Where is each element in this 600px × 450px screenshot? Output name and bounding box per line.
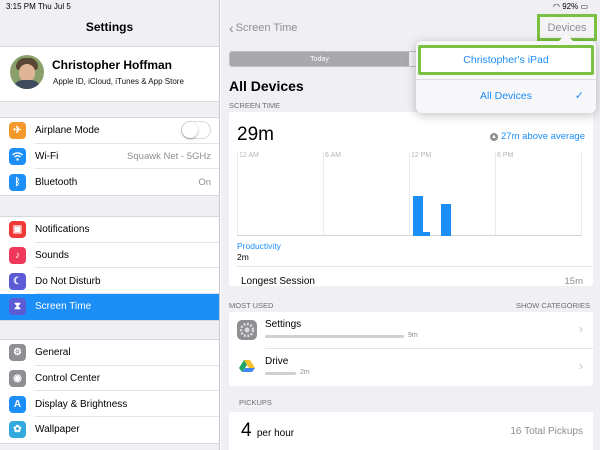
- apple-id-profile[interactable]: Christopher Hoffman Apple ID, iCloud, iT…: [0, 46, 219, 102]
- wallpaper-icon: ✿: [9, 421, 26, 439]
- sidebar-item-wallpaper[interactable]: ✿ Wallpaper: [0, 417, 219, 443]
- control-center-icon: ◉: [9, 370, 26, 388]
- pickups-rate-value: 4: [241, 420, 252, 441]
- sidebar-item-label: Wi-Fi: [35, 151, 59, 163]
- profile-name: Christopher Hoffman: [52, 58, 172, 72]
- avatar: [10, 55, 44, 89]
- sidebar-item-sounds[interactable]: ♪ Sounds: [0, 243, 219, 269]
- category-value: 2m: [237, 252, 249, 262]
- sidebar-item-notifications[interactable]: ▣ Notifications: [0, 217, 219, 243]
- gear-icon: ⚙: [9, 344, 26, 362]
- sidebar-item-label: General: [35, 347, 71, 359]
- sidebar-item-wifi[interactable]: Wi-Fi Squawk Net - 5GHz: [0, 144, 219, 170]
- sidebar-item-label: Screen Time: [35, 301, 92, 313]
- most-used-card: Settings 9m › Drive 2m ›: [229, 312, 593, 386]
- pickups-card[interactable]: 4 per hour 16 Total Pickups: [229, 412, 593, 450]
- status-time-date: 3:15 PM Thu Jul 5: [6, 2, 71, 11]
- back-button[interactable]: ‹ Screen Time: [229, 20, 297, 36]
- sidebar-item-label: Display & Brightness: [35, 398, 128, 410]
- usage-chart: 12 AM 6 AM 12 PM 6 PM: [237, 152, 582, 236]
- chart-bar: [413, 196, 423, 236]
- sidebar-item-label: Notifications: [35, 224, 90, 236]
- notifications-group: ▣ Notifications ♪ Sounds ☾ Do Not Distur…: [0, 216, 219, 321]
- wifi-status-icon: ◠: [552, 2, 563, 11]
- bluetooth-value: On: [198, 176, 211, 188]
- sidebar-item-control-center[interactable]: ◉ Control Center: [0, 366, 219, 392]
- wifi-icon: [9, 148, 26, 166]
- battery-status: ◠ 92% ▭: [553, 2, 588, 11]
- average-note: ▲ 27m above average: [490, 131, 585, 142]
- screen-time-card[interactable]: 29m ▲ 27m above average 12 AM 6 AM 12 PM…: [229, 112, 593, 287]
- pickups-rate-unit: per hour: [256, 428, 295, 439]
- moon-icon: ☾: [9, 272, 26, 290]
- sidebar-item-airplane-mode[interactable]: ✈ Airplane Mode: [0, 118, 219, 144]
- sidebar-item-label: Sounds: [35, 250, 69, 262]
- chart-bar: [420, 232, 430, 236]
- battery-level: 92%: [562, 2, 579, 11]
- sidebar-item-label: Bluetooth: [35, 176, 78, 188]
- pickups-rate: 4 per hour: [241, 420, 294, 442]
- usage-bar: [265, 372, 296, 375]
- profile-subtitle: Apple ID, iCloud, iTunes & App Store: [53, 77, 184, 86]
- sidebar-item-do-not-disturb[interactable]: ☾ Do Not Disturb: [0, 268, 219, 295]
- bluetooth-icon: ᛒ: [9, 173, 26, 191]
- chart-bar: [441, 204, 451, 236]
- app-time: 9m: [408, 332, 418, 339]
- pickups-total: 16 Total Pickups: [510, 426, 583, 437]
- screen-time-header: SCREEN TIME: [229, 101, 281, 110]
- device-option-ipad[interactable]: Christopher's iPad: [418, 45, 594, 75]
- checkmark-icon: ✓: [574, 90, 584, 102]
- total-screen-time: 29m: [237, 124, 274, 145]
- tick-label: 12 PM: [411, 152, 432, 159]
- drive-app-icon: [237, 357, 257, 377]
- sidebar-item-label: Control Center: [35, 373, 101, 385]
- sidebar-item-label: Do Not Disturb: [35, 275, 101, 287]
- device-option-all-devices[interactable]: All Devices: [416, 85, 596, 107]
- tick-label: 6 PM: [497, 152, 514, 159]
- sounds-icon: ♪: [9, 247, 26, 265]
- pickups-header: PICKUPS: [239, 398, 272, 407]
- category-label: Productivity: [237, 241, 281, 251]
- battery-icon: ▭: [580, 2, 588, 11]
- most-used-header: MOST USED: [229, 301, 274, 310]
- sidebar-item-label: Wallpaper: [35, 424, 80, 436]
- app-name: Drive: [265, 356, 289, 367]
- list-item[interactable]: Drive 2m ›: [229, 349, 593, 386]
- tick-label: 6 AM: [325, 152, 341, 159]
- wifi-network-value: Squawk Net - 5GHz: [127, 151, 211, 163]
- page-title: All Devices: [229, 78, 304, 94]
- connectivity-group: ✈ Airplane Mode Wi-Fi Squawk Net - 5GHz …: [0, 117, 219, 197]
- longest-session-label: Longest Session: [241, 276, 315, 287]
- airplane-icon: ✈: [9, 122, 26, 140]
- airplane-mode-toggle[interactable]: [181, 121, 211, 139]
- chevron-left-icon: ‹: [229, 20, 234, 36]
- chevron-right-icon: ›: [579, 359, 583, 373]
- sidebar-item-label: Airplane Mode: [35, 125, 100, 137]
- list-item[interactable]: Settings 9m ›: [229, 312, 593, 349]
- hourglass-icon: ⧗: [9, 298, 26, 316]
- general-group: ⚙ General ◉ Control Center A Display & B…: [0, 339, 219, 444]
- sidebar-title: Settings: [85, 20, 134, 34]
- show-categories-link[interactable]: SHOW CATEGORIES: [516, 301, 590, 310]
- chevron-right-icon: ›: [579, 322, 583, 336]
- display-icon: A: [9, 395, 26, 413]
- back-label: Screen Time: [235, 22, 298, 34]
- devices-popover: Christopher's iPad All Devices ✓: [416, 34, 596, 113]
- sidebar-item-bluetooth[interactable]: ᛒ Bluetooth On: [0, 169, 219, 195]
- arrow-up-icon: ▲: [490, 132, 499, 141]
- app-name: Settings: [265, 319, 302, 330]
- settings-sidebar: 3:15 PM Thu Jul 5 Settings Christopher H…: [0, 0, 220, 450]
- sidebar-item-general[interactable]: ⚙ General: [0, 340, 219, 366]
- usage-bar: [265, 335, 404, 338]
- sidebar-item-display-brightness[interactable]: A Display & Brightness: [0, 391, 219, 418]
- longest-session-value: 15m: [564, 276, 583, 287]
- tick-label: 12 AM: [239, 152, 259, 159]
- app-time: 2m: [300, 369, 310, 376]
- settings-app-icon: [237, 320, 257, 340]
- segment-today[interactable]: Today: [230, 52, 409, 66]
- average-text: 27m above average: [501, 131, 585, 142]
- sidebar-item-screen-time[interactable]: ⧗ Screen Time: [0, 294, 219, 320]
- notifications-icon: ▣: [9, 221, 26, 239]
